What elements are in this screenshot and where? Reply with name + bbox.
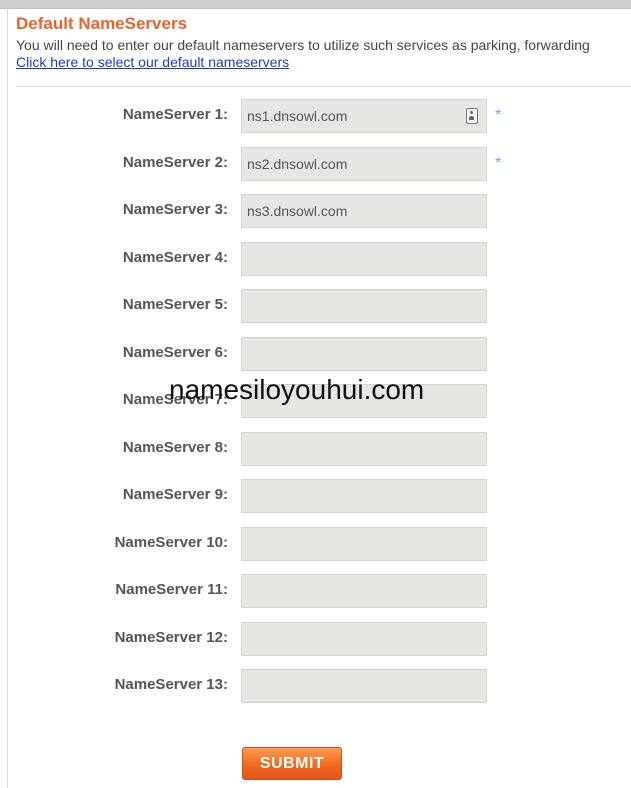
nameserver-row-5: NameServer 5:	[0, 289, 631, 325]
nameserver-10-input[interactable]	[241, 527, 487, 561]
nameserver-5-input[interactable]	[241, 289, 487, 323]
nameserver-row-11: NameServer 11:	[0, 574, 631, 610]
nameserver-3-input[interactable]	[241, 194, 487, 228]
nameserver-label: NameServer 10:	[114, 534, 228, 551]
section-description: You will need to enter our default names…	[16, 37, 590, 53]
nameserver-label: NameServer 8:	[122, 439, 228, 456]
section-title: Default NameServers	[16, 14, 188, 33]
nameserver-8-input[interactable]	[241, 432, 487, 466]
nameserver-label: NameServer 12:	[114, 629, 228, 646]
nameserver-label: NameServer 3:	[122, 201, 228, 218]
nameserver-row-13: NameServer 13:	[0, 669, 631, 705]
nameserver-label: NameServer 9:	[122, 486, 228, 503]
nameserver-9-input[interactable]	[241, 479, 487, 513]
nameserver-row-8: NameServer 8:	[0, 432, 631, 468]
required-asterisk: *	[495, 107, 502, 124]
nameserver-label: NameServer 11:	[115, 581, 228, 598]
select-default-nameservers-link[interactable]: Click here to select our default nameser…	[16, 54, 289, 70]
nameserver-12-input[interactable]	[241, 622, 487, 656]
nameserver-row-3: NameServer 3:	[0, 194, 631, 230]
divider	[16, 86, 631, 87]
nameserver-label: NameServer 5:	[122, 296, 228, 313]
nameserver-label: NameServer 6:	[122, 344, 228, 361]
nameserver-row-2: NameServer 2: *	[0, 147, 631, 183]
nameserver-label: NameServer 7:	[122, 391, 228, 408]
nameserver-2-input[interactable]	[241, 147, 487, 181]
nameserver-label: NameServer 4:	[122, 249, 228, 266]
nameserver-row-7: NameServer 7:	[0, 384, 631, 420]
top-bar	[0, 0, 631, 9]
nameserver-label: NameServer 2:	[122, 154, 228, 171]
nameserver-label: NameServer 13:	[114, 676, 228, 693]
nameserver-row-12: NameServer 12:	[0, 622, 631, 658]
required-asterisk: *	[495, 155, 502, 172]
nameserver-row-10: NameServer 10:	[0, 527, 631, 563]
nameserver-13-input[interactable]	[241, 669, 487, 703]
nameserver-6-input[interactable]	[241, 337, 487, 371]
nameserver-row-6: NameServer 6:	[0, 337, 631, 373]
nameserver-1-input[interactable]	[241, 99, 487, 133]
nameserver-row-1: NameServer 1: *	[0, 99, 631, 135]
nameserver-row-9: NameServer 9:	[0, 479, 631, 515]
nameserver-7-input[interactable]	[241, 384, 487, 418]
submit-button[interactable]: SUBMIT	[242, 747, 342, 780]
nameserver-11-input[interactable]	[241, 574, 487, 608]
contact-card-icon[interactable]	[466, 108, 478, 124]
nameserver-label: NameServer 1:	[122, 106, 228, 123]
nameserver-row-4: NameServer 4:	[0, 242, 631, 278]
nameserver-4-input[interactable]	[241, 242, 487, 276]
